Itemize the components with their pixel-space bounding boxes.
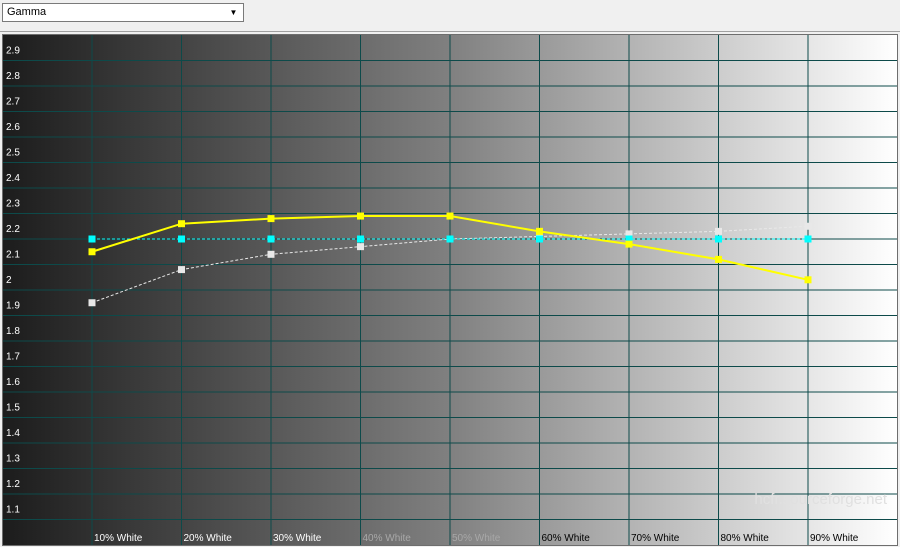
reference-point: [446, 235, 454, 243]
measured-point: [715, 255, 722, 263]
y-tick-label: 2.5: [6, 148, 20, 159]
x-tick-label: 30% White: [273, 533, 322, 544]
y-tick-label: 1.9: [6, 301, 20, 312]
measured-point: [88, 248, 96, 256]
second_measure-point: [715, 227, 722, 235]
grid-lines: [3, 35, 897, 545]
x-tick-label: 80% White: [721, 533, 770, 544]
gamma-chart: 1.1 1.2 1.3 1.4 1.5 1.6 1.7 1.8 1.9 2 2.1 2.2 2.3 2.4…: [3, 35, 897, 545]
y-tick-label: 2.2: [6, 224, 20, 235]
y-tick-label: 1.1: [6, 505, 20, 516]
reference-point: [804, 235, 812, 243]
y-tick-label: 2.9: [6, 46, 20, 57]
measured-point: [357, 212, 364, 220]
second_measure-point: [804, 222, 812, 230]
reference-point: [715, 235, 722, 243]
x-tick-label: 70% White: [631, 533, 680, 544]
x-tick-label: 10% White: [94, 533, 143, 544]
reference-point: [178, 235, 185, 243]
y-tick-label: 1.3: [6, 454, 20, 465]
measured-point: [446, 212, 454, 220]
y-tick-label: 2.3: [6, 199, 20, 210]
y-tick-label: 2.7: [6, 97, 20, 108]
second_measure-point: [178, 266, 185, 274]
reference-point: [267, 235, 275, 243]
second_measure-point: [267, 250, 275, 258]
y-tick-label: 2.1: [6, 250, 20, 261]
y-tick-label: 1.6: [6, 377, 20, 388]
y-tick-label: 2.6: [6, 122, 20, 133]
y-tick-label: 2.8: [6, 71, 20, 82]
x-axis-ticks: 10% White 20% White 30% White 40% White 50% …: [94, 533, 859, 544]
reference-point: [536, 235, 543, 243]
measured-point: [625, 240, 633, 248]
y-tick-label: 1.2: [6, 479, 20, 490]
watermark: hcfr.sourceforge.net: [754, 491, 887, 508]
x-tick-label: 20% White: [184, 533, 233, 544]
reference-point: [88, 235, 96, 243]
second_measure-point: [357, 243, 364, 251]
x-tick-label: 90% White: [810, 533, 859, 544]
y-tick-label: 1.4: [6, 428, 20, 439]
y-tick-label: 1.5: [6, 403, 20, 414]
measured-point: [804, 276, 812, 284]
x-tick-label: 50% White: [452, 533, 501, 544]
y-tick-label: 2: [6, 275, 12, 286]
measured-point: [178, 220, 185, 228]
measured-point: [536, 227, 543, 235]
measured-point: [267, 215, 275, 223]
y-tick-label: 2.4: [6, 173, 20, 184]
y-tick-label: 1.7: [6, 352, 20, 363]
y-tick-label: 1.8: [6, 326, 20, 337]
reference-point: [357, 235, 364, 243]
x-tick-label: 60% White: [542, 533, 591, 544]
second_measure-point: [88, 299, 96, 307]
x-tick-label: 40% White: [363, 533, 412, 544]
